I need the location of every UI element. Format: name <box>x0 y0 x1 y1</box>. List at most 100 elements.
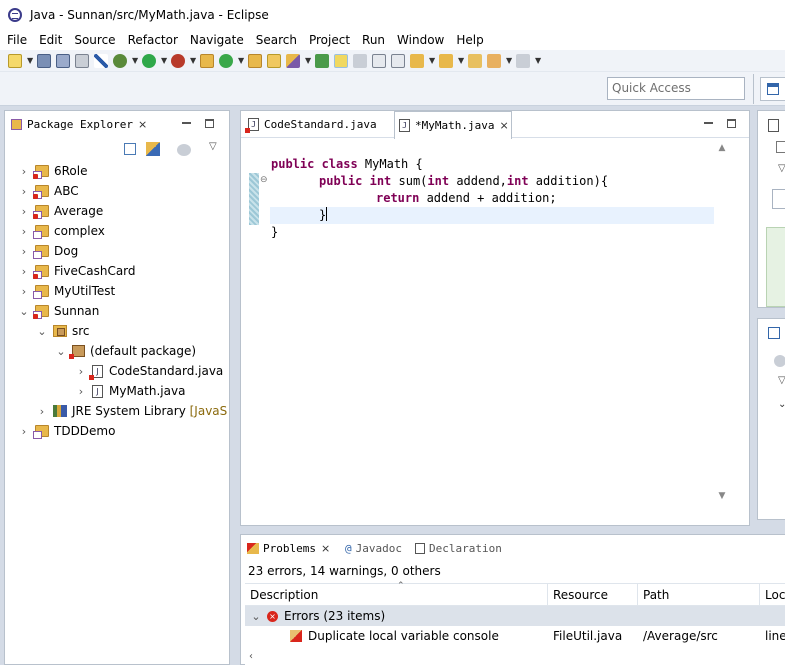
chevron-right-icon[interactable]: › <box>18 185 30 198</box>
tree-item-jre-library[interactable]: › JRE System Library [JavaS <box>36 401 227 421</box>
tree-item-mymath-java[interactable]: › J MyMath.java <box>75 381 186 401</box>
chevron-right-icon[interactable]: › <box>18 265 30 278</box>
open-type-icon[interactable] <box>248 53 262 68</box>
prev-edit-icon[interactable] <box>439 53 453 68</box>
block-selection-icon[interactable] <box>353 53 367 68</box>
tab-declaration[interactable]: Declaration <box>415 535 502 561</box>
maximize-icon[interactable] <box>727 119 736 128</box>
scroll-down-icon[interactable]: ▼ <box>717 491 727 501</box>
new-java-project-icon[interactable] <box>200 53 214 68</box>
save-icon[interactable] <box>37 53 51 68</box>
external-tools-dropdown-icon[interactable]: ▼ <box>190 54 196 68</box>
outline-icon[interactable] <box>768 327 780 339</box>
tab-javadoc[interactable]: @ Javadoc <box>345 535 402 561</box>
tree-item-tdddemo[interactable]: › TDDDemo <box>18 421 115 441</box>
fold-minus-icon[interactable]: ⊖ <box>260 176 268 185</box>
chevron-right-icon[interactable]: › <box>18 425 30 438</box>
editor-vertical-scrollbar[interactable]: ▲ ▼ <box>714 141 730 525</box>
tree-item-dog[interactable]: › Dog <box>18 241 78 261</box>
chevron-right-icon[interactable]: › <box>75 385 87 398</box>
chevron-right-icon[interactable]: › <box>75 365 87 378</box>
new-icon[interactable] <box>8 53 22 68</box>
code-editor[interactable]: ⊖ public class MyMath { public int sum(i… <box>241 141 714 525</box>
last-edit-icon[interactable] <box>468 53 482 68</box>
print-icon[interactable] <box>75 53 89 68</box>
open-folder-icon[interactable] <box>267 53 281 68</box>
tree-item-fivecashcard[interactable]: › FiveCashCard <box>18 261 136 281</box>
tree-item-src[interactable]: ⌄ src <box>36 321 89 341</box>
quick-access-input[interactable]: Quick Access <box>607 77 745 100</box>
mark-occurrences-icon[interactable] <box>334 53 348 68</box>
menu-help[interactable]: Help <box>449 33 488 47</box>
tree-item-6role[interactable]: › 6Role <box>18 161 88 181</box>
hide-fields-icon[interactable] <box>774 355 785 367</box>
tab-codestandard-java[interactable]: J CodeStandard.java <box>245 111 393 138</box>
pilcrow-icon[interactable] <box>391 53 405 68</box>
chevron-right-icon[interactable]: › <box>18 205 30 218</box>
col-location[interactable]: Loca <box>760 584 785 606</box>
chevron-down-icon[interactable]: ⌄ <box>250 610 262 623</box>
table-row[interactable]: Duplicate local variable console FileUti… <box>245 626 785 646</box>
toggle-mark-icon[interactable] <box>94 53 108 68</box>
tree-item-sunnan[interactable]: ⌄ Sunnan <box>18 301 99 321</box>
new-dropdown-icon[interactable]: ▼ <box>27 54 33 68</box>
next-edit-dropdown-icon[interactable]: ▼ <box>429 54 435 68</box>
new-class-icon[interactable] <box>219 53 233 68</box>
menu-search[interactable]: Search <box>249 33 302 47</box>
view-menu-icon[interactable]: ▽ <box>778 375 785 386</box>
forward-icon[interactable] <box>516 53 530 68</box>
task-list-icon[interactable] <box>768 119 779 132</box>
tree-item-abc[interactable]: › ABC <box>18 181 79 201</box>
tab-mymath-java[interactable]: J *MyMath.java ⨯ <box>394 111 512 139</box>
chevron-down-icon[interactable]: ⌄ <box>778 399 785 410</box>
tree-item-average[interactable]: › Average <box>18 201 103 221</box>
search-dropdown-icon[interactable]: ▼ <box>305 54 311 68</box>
tree-item-myutiltest[interactable]: › MyUtilTest <box>18 281 115 301</box>
chevron-right-icon[interactable]: › <box>18 225 30 238</box>
find-input[interactable] <box>772 189 785 209</box>
prev-edit-dropdown-icon[interactable]: ▼ <box>458 54 464 68</box>
focus-icon[interactable] <box>177 144 191 156</box>
menu-run[interactable]: Run <box>355 33 390 47</box>
menu-window[interactable]: Window <box>390 33 449 47</box>
tab-problems[interactable]: Problems ⨯ <box>247 535 330 561</box>
close-icon[interactable]: ⨯ <box>499 119 508 132</box>
chevron-down-icon[interactable]: ⌄ <box>55 345 67 358</box>
col-path[interactable]: Path <box>638 584 760 606</box>
show-whitespace-icon[interactable] <box>372 53 386 68</box>
chevron-right-icon[interactable]: › <box>18 245 30 258</box>
chevron-right-icon[interactable]: › <box>18 165 30 178</box>
forward-dropdown-icon[interactable]: ▼ <box>535 54 541 68</box>
run-icon[interactable] <box>142 53 156 68</box>
scroll-left-icon[interactable]: ‹ <box>249 651 253 662</box>
menu-refactor[interactable]: Refactor <box>121 33 183 47</box>
collapse-all-icon[interactable] <box>124 143 136 155</box>
menu-source[interactable]: Source <box>67 33 120 47</box>
next-edit-icon[interactable] <box>410 53 424 68</box>
link-with-editor-icon[interactable] <box>146 142 160 156</box>
errors-group-row[interactable]: ⌄ × Errors (23 items) <box>245 606 785 626</box>
back-icon[interactable] <box>487 53 501 68</box>
tab-package-explorer[interactable]: Package Explorer ⨯ <box>11 111 148 138</box>
chevron-right-icon[interactable]: › <box>36 405 48 418</box>
java-perspective-button[interactable] <box>760 77 785 101</box>
chevron-right-icon[interactable]: › <box>18 285 30 298</box>
back-dropdown-icon[interactable]: ▼ <box>506 54 512 68</box>
save-all-icon[interactable] <box>56 53 70 68</box>
search-icon[interactable] <box>286 53 300 68</box>
tree-item-default-package[interactable]: ⌄ (default package) <box>55 341 196 361</box>
run-dropdown-icon[interactable]: ▼ <box>161 54 167 68</box>
tree-item-codestandard-java[interactable]: › J CodeStandard.java <box>75 361 223 381</box>
chevron-down-icon[interactable]: ⌄ <box>36 325 48 338</box>
new-class-dropdown-icon[interactable]: ▼ <box>238 54 244 68</box>
problems-horizontal-scrollbar[interactable]: ‹ <box>245 649 785 665</box>
menu-file[interactable]: File <box>0 33 32 47</box>
minimize-icon[interactable] <box>182 119 191 124</box>
external-tools-icon[interactable] <box>171 53 185 68</box>
col-description[interactable]: Description <box>245 584 548 606</box>
tree-item-complex[interactable]: › complex <box>18 221 105 241</box>
close-icon[interactable]: ⨯ <box>321 542 330 555</box>
debug-dropdown-icon[interactable]: ▼ <box>132 54 138 68</box>
minimize-icon[interactable] <box>704 119 713 124</box>
maximize-icon[interactable] <box>205 119 214 128</box>
